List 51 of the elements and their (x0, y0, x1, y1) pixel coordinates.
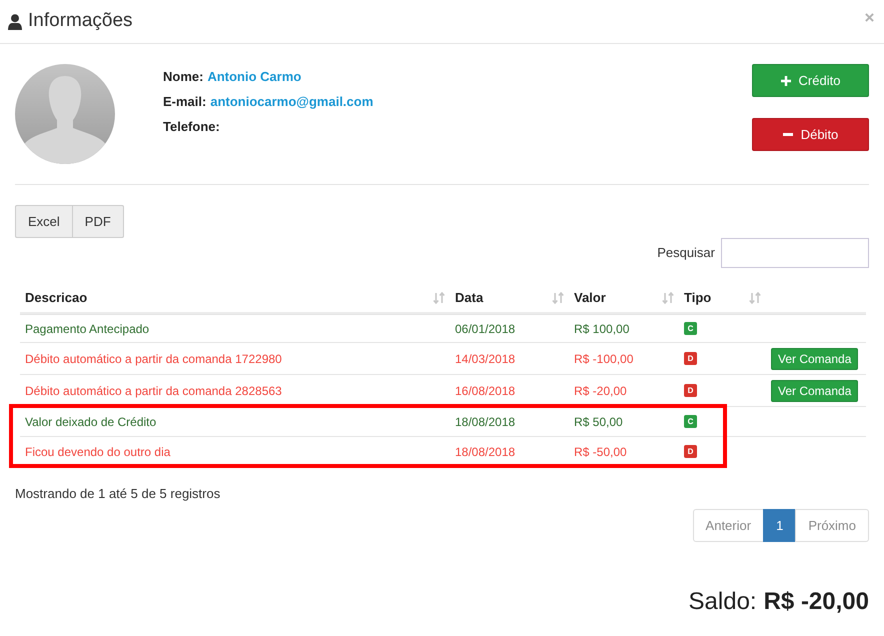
date-cell-text: 06/01/2018 (454, 320, 516, 338)
sort-icon[interactable] (552, 292, 564, 304)
balance-label: Saldo: (688, 587, 757, 617)
date-cell-text: 16/08/2018 (454, 382, 516, 400)
description-cell-text: Débito automático a partir da comanda 1722980 (24, 350, 283, 368)
field-label: E-mail: (163, 92, 206, 111)
export-button[interactable]: Excel (15, 205, 73, 238)
description-cell-text: Ficou devendo do outro dia (24, 444, 172, 460)
field-value: Antonio Carmo (207, 68, 302, 86)
date-cell-text: 18/08/2018 (454, 444, 516, 460)
value-cell-text: R$ -20,00 (573, 382, 628, 400)
search-field[interactable] (721, 238, 869, 268)
type-badge: D (684, 384, 697, 397)
value-cell-text: R$ -100,00 (573, 350, 634, 368)
sort-icon[interactable] (433, 292, 445, 304)
description-cell-text: Débito automático a partir da comanda 2828563 (24, 382, 283, 400)
view-order-button[interactable]: Ver Comanda (771, 348, 858, 370)
pagination-button[interactable]: 1 (763, 509, 796, 542)
column-header[interactable]: Data (455, 288, 484, 308)
date-cell-text: 14/03/2018 (454, 350, 516, 368)
credit-button[interactable]: Crédito (752, 64, 869, 97)
column-header[interactable]: Tipo (684, 288, 712, 308)
debit-button[interactable]: Débito (752, 118, 869, 151)
field-label: Nome: (163, 68, 204, 86)
value-cell-text: R$ 100,00 (573, 320, 630, 338)
minus-icon (782, 133, 793, 136)
date-cell-text: 18/08/2018 (454, 414, 516, 430)
view-order-button[interactable]: Ver Comanda (771, 380, 858, 402)
close-button[interactable] (864, 12, 874, 22)
column-header[interactable]: Valor (574, 288, 606, 308)
user-icon (8, 14, 22, 30)
plus-icon (780, 76, 791, 86)
search-label: Pesquisar (657, 244, 715, 262)
sort-icon[interactable] (749, 292, 761, 304)
type-badge: C (684, 322, 697, 335)
export-button[interactable]: PDF (72, 205, 124, 238)
value-cell-text: R$ 50,00 (573, 414, 624, 430)
close-icon (864, 13, 874, 22)
column-header[interactable]: Descricao (25, 288, 88, 308)
field-value: antoniocarmo@gmail.com (210, 92, 374, 111)
description-cell-text: Valor deixado de Crédito (24, 414, 158, 430)
type-badge: D (684, 352, 697, 365)
type-badge: C (684, 415, 697, 428)
type-badge: D (684, 445, 697, 458)
field-label: Telefone: (163, 118, 220, 136)
description-cell-text: Pagamento Antecipado (24, 320, 150, 338)
value-cell-text: R$ -50,00 (573, 444, 628, 460)
balance-value: R$ -20,00 (764, 587, 869, 617)
records-info: Mostrando de 1 até 5 de 5 registros (15, 486, 220, 501)
dialog-title: Informações (28, 9, 133, 34)
sort-icon[interactable] (662, 292, 674, 304)
